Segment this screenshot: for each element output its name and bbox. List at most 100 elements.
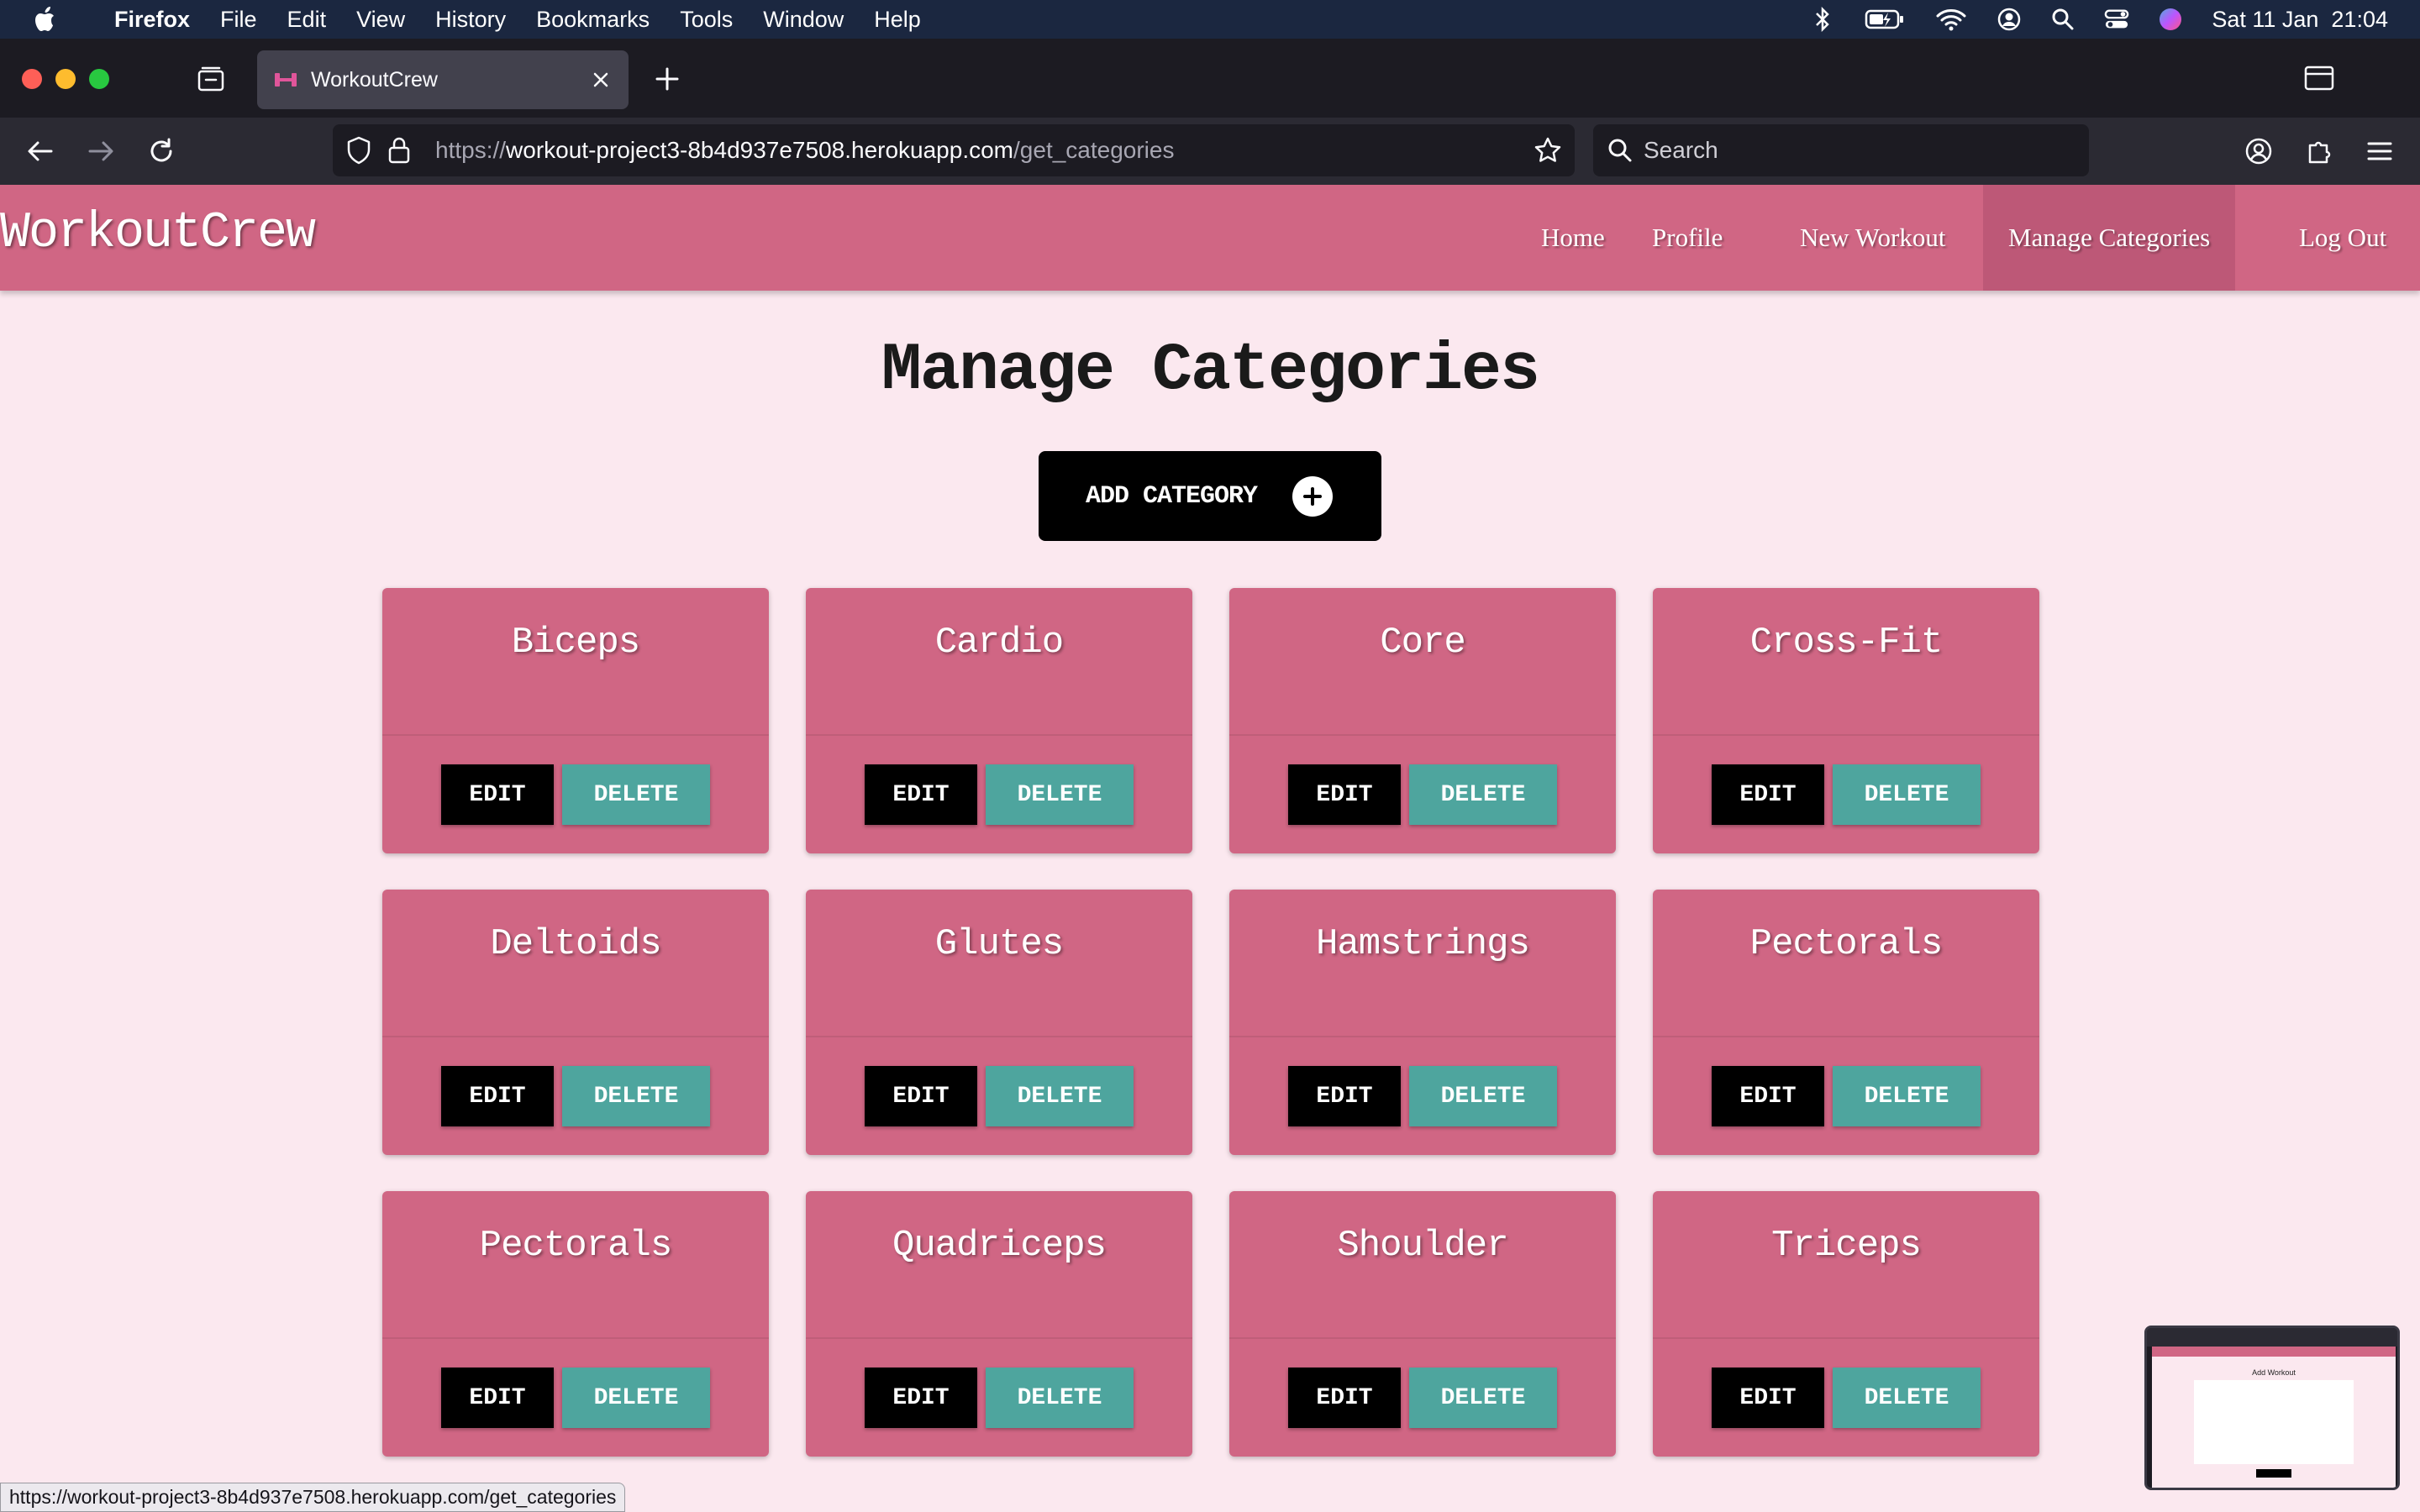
macos-menubar: Firefox File Edit View History Bookmarks… [0, 0, 2420, 39]
edit-button[interactable]: EDIT [1288, 1368, 1401, 1428]
thumbnail-form [2194, 1380, 2354, 1464]
menubar-clock[interactable]: Sat 11 Jan 21:04 [2212, 7, 2388, 33]
category-card: Pectorals EDIT DELETE [1653, 890, 2039, 1155]
delete-button[interactable]: DELETE [986, 764, 1134, 825]
nav-log-out[interactable]: Log Out [2274, 185, 2412, 291]
thumbnail-toolbar [2147, 1328, 2397, 1347]
control-center-icon[interactable] [2104, 7, 2129, 32]
url-path: /get_categories [1013, 137, 1175, 163]
screenshot-thumbnail[interactable]: Add Workout [2144, 1326, 2400, 1490]
card-divider [1229, 1036, 1616, 1037]
nav-home[interactable]: Home [1516, 185, 1630, 291]
delete-button[interactable]: DELETE [1833, 764, 1981, 825]
card-divider [806, 1337, 1192, 1339]
delete-button[interactable]: DELETE [1833, 1368, 1981, 1428]
menu-app-name[interactable]: Firefox [114, 7, 190, 33]
spotlight-search-icon[interactable] [2050, 7, 2075, 32]
url-scheme: https:// [435, 137, 507, 163]
edit-button[interactable]: EDIT [1712, 1368, 1824, 1428]
delete-button[interactable]: DELETE [562, 1368, 710, 1428]
thumbnail-page: Add Workout [2152, 1347, 2396, 1488]
window-close-button[interactable] [22, 69, 42, 89]
bluetooth-icon[interactable] [1810, 7, 1835, 32]
window-minimize-button[interactable] [55, 69, 76, 89]
nav-new-workout[interactable]: New Workout [1775, 185, 1970, 291]
new-tab-plus-icon[interactable] [652, 64, 682, 94]
edit-button[interactable]: EDIT [441, 1066, 554, 1126]
delete-button[interactable]: DELETE [986, 1066, 1134, 1126]
lock-icon[interactable] [387, 135, 412, 165]
edit-button[interactable]: EDIT [1712, 1066, 1824, 1126]
plus-circle-icon [1292, 476, 1333, 517]
tab-overview-icon[interactable] [195, 64, 227, 94]
edit-button[interactable]: EDIT [441, 1368, 554, 1428]
tracking-shield-icon[interactable] [345, 135, 373, 165]
card-divider [382, 734, 769, 736]
back-arrow-icon[interactable] [24, 134, 57, 168]
site-navbar: WorkoutCrew Home Profile New Workout Man… [0, 185, 2420, 291]
apple-icon[interactable] [34, 5, 59, 34]
delete-button[interactable]: DELETE [1409, 1066, 1557, 1126]
menu-window[interactable]: Window [763, 7, 844, 33]
category-name: Cross-Fit [1749, 622, 1944, 664]
browser-tab-active[interactable]: WorkoutCrew [257, 50, 629, 109]
url-host: workout-project3-8b4d937e7508.herokuapp.… [506, 137, 1014, 163]
delete-button[interactable]: DELETE [562, 1066, 710, 1126]
card-divider [1229, 1337, 1616, 1339]
user-account-icon[interactable] [1996, 7, 2022, 32]
extensions-puzzle-icon[interactable] [2302, 134, 2336, 168]
menu-help[interactable]: Help [874, 7, 921, 33]
delete-button[interactable]: DELETE [1833, 1066, 1981, 1126]
card-divider [806, 734, 1192, 736]
category-card: Quadriceps EDIT DELETE [806, 1191, 1192, 1457]
card-divider [1653, 1036, 2039, 1037]
window-maximize-button[interactable] [89, 69, 109, 89]
card-divider [382, 1337, 769, 1339]
add-category-button[interactable]: ADD CATEGORY [1039, 451, 1381, 541]
battery-icon[interactable] [1864, 7, 1906, 32]
edit-button[interactable]: EDIT [441, 764, 554, 825]
forward-arrow-icon[interactable] [84, 134, 118, 168]
edit-button[interactable]: EDIT [1288, 1066, 1401, 1126]
tab-close-icon[interactable] [587, 66, 615, 94]
bookmark-star-icon[interactable] [1533, 135, 1563, 165]
address-bar[interactable]: https://workout-project3-8b4d937e7508.he… [333, 124, 1575, 176]
search-placeholder: Search [1644, 137, 1718, 163]
menu-tools[interactable]: Tools [680, 7, 733, 33]
status-link-preview: https://workout-project3-8b4d937e7508.he… [0, 1483, 626, 1512]
thumbnail-navbar [2152, 1347, 2396, 1357]
reload-icon[interactable] [145, 134, 178, 168]
card-divider [1653, 1337, 2039, 1339]
edit-button[interactable]: EDIT [865, 764, 977, 825]
delete-button[interactable]: DELETE [1409, 1368, 1557, 1428]
card-divider [806, 1036, 1192, 1037]
edit-button[interactable]: EDIT [1288, 764, 1401, 825]
edit-button[interactable]: EDIT [1712, 764, 1824, 825]
menu-file[interactable]: File [220, 7, 257, 33]
site-brand-logo[interactable]: WorkoutCrew [0, 205, 316, 262]
add-category-label: ADD CATEGORY [1086, 481, 1258, 511]
nav-profile[interactable]: Profile [1627, 185, 1748, 291]
category-card: Cross-Fit EDIT DELETE [1653, 588, 2039, 853]
search-icon [1607, 137, 1634, 164]
search-input[interactable]: Search [1593, 124, 2089, 176]
delete-button[interactable]: DELETE [1409, 764, 1557, 825]
nav-manage-categories[interactable]: Manage Categories [1983, 185, 2236, 291]
window-tile-icon[interactable] [2302, 64, 2336, 92]
menu-view[interactable]: View [356, 7, 405, 33]
menu-edit[interactable]: Edit [287, 7, 327, 33]
wifi-icon[interactable] [1934, 7, 1968, 32]
menu-bookmarks[interactable]: Bookmarks [536, 7, 650, 33]
menu-history[interactable]: History [435, 7, 506, 33]
hamburger-menu-icon[interactable] [2363, 134, 2396, 168]
url-text[interactable]: https://workout-project3-8b4d937e7508.he… [435, 137, 1174, 164]
category-name: Glutes [934, 923, 1064, 965]
category-name: Pectorals [1749, 923, 1944, 965]
account-icon[interactable] [2242, 134, 2275, 168]
thumbnail-button [2256, 1469, 2291, 1478]
edit-button[interactable]: EDIT [865, 1066, 977, 1126]
delete-button[interactable]: DELETE [562, 764, 710, 825]
edit-button[interactable]: EDIT [865, 1368, 977, 1428]
siri-icon[interactable] [2158, 7, 2183, 32]
delete-button[interactable]: DELETE [986, 1368, 1134, 1428]
